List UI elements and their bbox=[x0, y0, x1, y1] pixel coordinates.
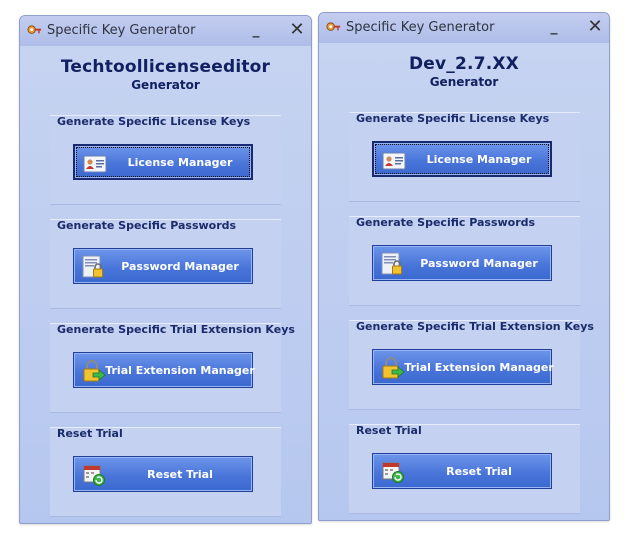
app-heading: Techtoollicenseeditor bbox=[60, 57, 271, 77]
reset-trial-button[interactable]: Reset Trial bbox=[73, 456, 253, 492]
license-keys-group: Generate Specific License Keys License M… bbox=[349, 112, 580, 202]
passwords-group: Generate Specific Passwords Password Man… bbox=[349, 216, 580, 306]
group-label: Reset Trial bbox=[57, 427, 123, 440]
password-lock-icon bbox=[82, 255, 103, 278]
group-label: Generate Specific Passwords bbox=[356, 216, 536, 229]
title-bar[interactable]: Specific Key Generator _ ✕ bbox=[319, 13, 609, 43]
button-label: License Manager bbox=[127, 155, 233, 169]
window-title: Specific Key Generator bbox=[47, 23, 196, 38]
button-label: License Manager bbox=[426, 152, 532, 166]
close-button[interactable]: ✕ bbox=[586, 18, 604, 36]
id-card-icon bbox=[382, 152, 406, 170]
group-label: Generate Specific Passwords bbox=[57, 219, 237, 232]
passwords-group: Generate Specific Passwords Password Man… bbox=[50, 219, 281, 309]
button-label: Password Manager bbox=[121, 259, 239, 273]
reset-trial-button[interactable]: Reset Trial bbox=[372, 453, 552, 489]
button-label: Password Manager bbox=[420, 256, 538, 270]
button-label: Trial Extension Manager bbox=[105, 363, 255, 377]
trial-extension-manager-button[interactable]: Trial Extension Manager bbox=[73, 352, 255, 388]
license-manager-button[interactable]: License Manager bbox=[372, 141, 552, 177]
trial-extension-group: Generate Specific Trial Extension Keys T… bbox=[50, 323, 295, 413]
key-generator-window-right: Specific Key Generator _ ✕ Dev_2.7.XX Ge… bbox=[318, 12, 610, 521]
password-lock-icon bbox=[381, 252, 402, 275]
app-key-icon bbox=[326, 22, 341, 31]
button-label: Reset Trial bbox=[147, 467, 213, 481]
password-manager-button[interactable]: Password Manager bbox=[73, 248, 253, 284]
group-label: Generate Specific License Keys bbox=[356, 112, 550, 125]
trial-extension-manager-button[interactable]: Trial Extension Manager bbox=[372, 349, 554, 385]
close-button[interactable]: ✕ bbox=[288, 21, 306, 39]
button-label: Trial Extension Manager bbox=[404, 360, 554, 374]
license-keys-group: Generate Specific License Keys License M… bbox=[50, 115, 281, 205]
trial-extension-group: Generate Specific Trial Extension Keys T… bbox=[349, 320, 594, 410]
group-label: Reset Trial bbox=[356, 424, 422, 437]
app-heading: Dev_2.7.XX bbox=[408, 54, 519, 74]
app-key-icon bbox=[27, 25, 42, 34]
group-label: Generate Specific License Keys bbox=[57, 115, 251, 128]
app-subheading: Generator bbox=[131, 78, 200, 92]
minimize-button[interactable]: _ bbox=[247, 21, 265, 39]
button-label: Reset Trial bbox=[446, 464, 512, 478]
calendar-refresh-icon bbox=[83, 465, 105, 486]
id-card-icon bbox=[83, 155, 107, 173]
app-subheading: Generator bbox=[429, 75, 499, 89]
password-manager-button[interactable]: Password Manager bbox=[372, 245, 552, 281]
reset-trial-group: Reset Trial Reset Trial bbox=[50, 427, 281, 517]
minimize-button[interactable]: _ bbox=[545, 18, 563, 36]
padlock-arrow-icon bbox=[83, 360, 106, 382]
title-bar[interactable]: Specific Key Generator _ ✕ bbox=[20, 16, 311, 46]
license-manager-button[interactable]: License Manager bbox=[73, 144, 253, 180]
calendar-refresh-icon bbox=[382, 462, 404, 483]
window-title: Specific Key Generator bbox=[346, 20, 495, 35]
padlock-arrow-icon bbox=[382, 357, 405, 379]
group-label: Generate Specific Trial Extension Keys bbox=[57, 323, 295, 336]
group-label: Generate Specific Trial Extension Keys bbox=[356, 320, 594, 333]
key-generator-window-left: Specific Key Generator _ ✕ Techtoollicen… bbox=[19, 15, 312, 524]
reset-trial-group: Reset Trial Reset Trial bbox=[349, 424, 580, 514]
